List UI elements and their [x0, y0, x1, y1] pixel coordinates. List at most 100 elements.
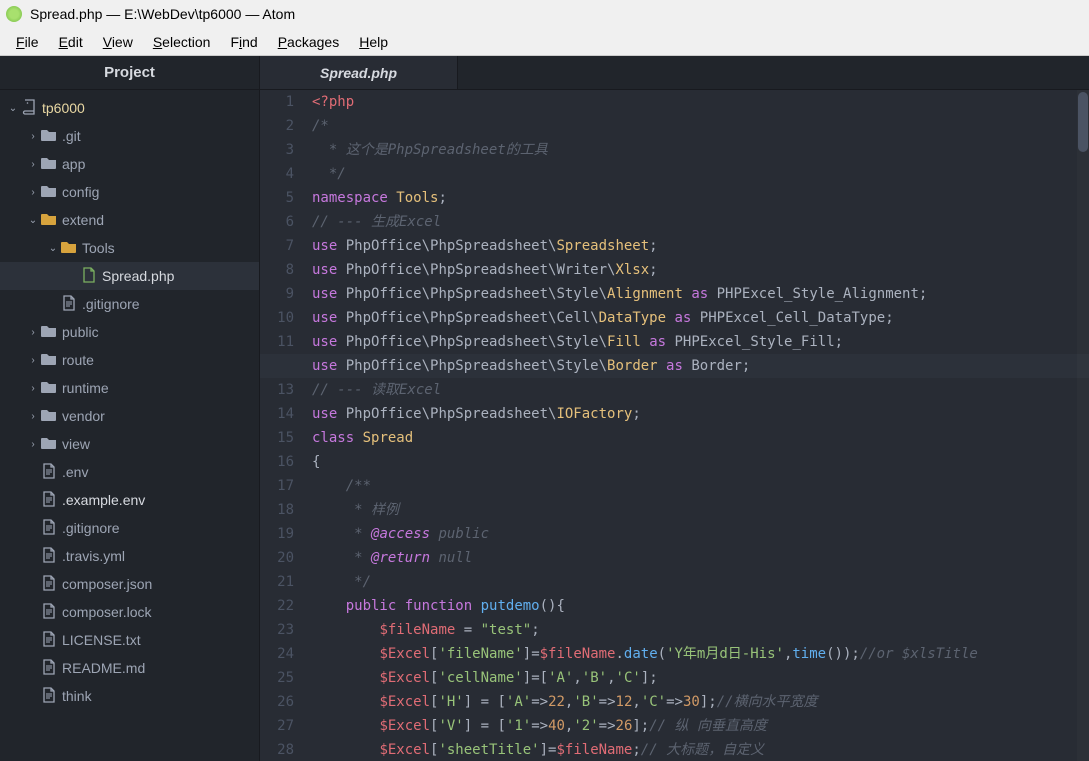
tree-item[interactable]: LICENSE.txt	[0, 626, 259, 654]
code-line[interactable]: class Spread	[312, 426, 1089, 450]
file-code-icon	[80, 267, 98, 286]
tree-item[interactable]: .gitignore	[0, 290, 259, 318]
code-line[interactable]: /*	[312, 114, 1089, 138]
code-line[interactable]: $Excel['fileName']=$fileName.date('Y年m月d…	[312, 642, 1089, 666]
line-number: 28	[260, 738, 294, 761]
file-icon	[40, 687, 58, 706]
tree-item-label: extend	[62, 212, 104, 228]
code-line[interactable]: * @return null	[312, 546, 1089, 570]
tree-item[interactable]: ›.git	[0, 122, 259, 150]
code-line[interactable]: // --- 生成Excel	[312, 210, 1089, 234]
code-line[interactable]: * @access public	[312, 522, 1089, 546]
repo-icon	[20, 99, 38, 118]
menu-file[interactable]: File	[6, 32, 49, 52]
tree-item[interactable]: › public	[0, 318, 259, 346]
chevron-right-icon: ›	[26, 411, 40, 422]
menu-find[interactable]: Find	[220, 32, 267, 52]
menu-help[interactable]: Help	[349, 32, 398, 52]
tree-item[interactable]: .gitignore	[0, 514, 259, 542]
tree-item[interactable]: › app	[0, 150, 259, 178]
tree-item[interactable]: README.md	[0, 654, 259, 682]
code-line[interactable]: use PhpOffice\PhpSpreadsheet\Style\Fill …	[312, 330, 1089, 354]
line-number: 1	[260, 90, 294, 114]
gutter: 1234567891011121314151617181920212223242…	[260, 90, 304, 761]
code-line[interactable]: {	[312, 450, 1089, 474]
tree-item-label: composer.lock	[62, 604, 151, 620]
code-line[interactable]: $Excel['V'] = ['1'=>40,'2'=>26];// 纵 向垂直…	[312, 714, 1089, 738]
tree-item-label: app	[62, 156, 85, 172]
window-title: Spread.php — E:\WebDev\tp6000 — Atom	[30, 6, 295, 22]
menu-packages[interactable]: Packages	[268, 32, 350, 52]
tree-item[interactable]: think	[0, 682, 259, 710]
project-tree[interactable]: ⌄tp6000›.git›app›config⌄extend⌄ToolsSpre…	[0, 90, 259, 761]
file-icon	[40, 463, 58, 482]
code-line[interactable]: * 样例	[312, 498, 1089, 522]
chevron-down-icon: ⌄	[26, 215, 40, 226]
tab-label: Spread.php	[320, 65, 397, 81]
code-line[interactable]: */	[312, 570, 1089, 594]
chevron-right-icon: ›	[26, 131, 40, 142]
chevron-right-icon: ›	[26, 327, 40, 338]
code-line[interactable]: public function putdemo(){	[312, 594, 1089, 618]
tree-item[interactable]: composer.json	[0, 570, 259, 598]
line-number: 5	[260, 186, 294, 210]
tree-item-label: vendor	[62, 408, 105, 424]
editor-pane: Spread.php 12345678910111213141516171819…	[260, 56, 1089, 761]
tree-item[interactable]: .example.env	[0, 486, 259, 514]
line-number: 17	[260, 474, 294, 498]
tree-item-label: .example.env	[62, 492, 145, 508]
code-line[interactable]: use PhpOffice\PhpSpreadsheet\IOFactory;	[312, 402, 1089, 426]
folder-icon	[40, 156, 58, 173]
code-line[interactable]: $Excel['sheetTitle']=$fileName;// 大标题，自定…	[312, 738, 1089, 761]
code-line[interactable]: $Excel['H'] = ['A'=>22,'B'=>12,'C'=>30];…	[312, 690, 1089, 714]
tree-item[interactable]: › route	[0, 346, 259, 374]
folder-icon	[40, 184, 58, 201]
menu-selection[interactable]: Selection	[143, 32, 221, 52]
tree-item[interactable]: ›config	[0, 178, 259, 206]
tree-item[interactable]: ⌄ extend	[0, 206, 259, 234]
tree-item-label: public	[62, 324, 99, 340]
line-number: 11	[260, 330, 294, 354]
menu-view[interactable]: View	[93, 32, 143, 52]
code-line[interactable]: */	[312, 162, 1089, 186]
code-line[interactable]: namespace Tools;	[312, 186, 1089, 210]
tree-item[interactable]: ›runtime	[0, 374, 259, 402]
tree-root[interactable]: ⌄tp6000	[0, 94, 259, 122]
tree-item[interactable]: › vendor	[0, 402, 259, 430]
code-line[interactable]: /**	[312, 474, 1089, 498]
line-number: 10	[260, 306, 294, 330]
code-line[interactable]: use PhpOffice\PhpSpreadsheet\Style\Borde…	[312, 354, 1089, 378]
line-number: 20	[260, 546, 294, 570]
line-number: 27	[260, 714, 294, 738]
folder-icon	[40, 352, 58, 369]
code-area[interactable]: 1234567891011121314151617181920212223242…	[260, 90, 1089, 761]
chevron-right-icon: ›	[26, 355, 40, 366]
folder-icon	[40, 380, 58, 397]
folder-open-icon	[60, 240, 78, 257]
code-content[interactable]: <?php/* * 这个是PhpSpreadsheet的工具 */namespa…	[304, 90, 1089, 761]
tab-spread-php[interactable]: Spread.php	[260, 56, 458, 89]
titlebar[interactable]: Spread.php — E:\WebDev\tp6000 — Atom	[0, 0, 1089, 28]
code-line[interactable]: use PhpOffice\PhpSpreadsheet\Writer\Xlsx…	[312, 258, 1089, 282]
code-line[interactable]: * 这个是PhpSpreadsheet的工具	[312, 138, 1089, 162]
tree-item[interactable]: .travis.yml	[0, 542, 259, 570]
tree-item[interactable]: ›view	[0, 430, 259, 458]
tree-item[interactable]: ⌄Tools	[0, 234, 259, 262]
code-line[interactable]: <?php	[312, 90, 1089, 114]
tree-item[interactable]: .env	[0, 458, 259, 486]
line-number: 4	[260, 162, 294, 186]
tree-item[interactable]: Spread.php	[0, 262, 259, 290]
chevron-down-icon: ⌄	[46, 243, 60, 254]
code-line[interactable]: use PhpOffice\PhpSpreadsheet\Cell\DataTy…	[312, 306, 1089, 330]
tree-item-label: route	[62, 352, 94, 368]
code-line[interactable]: $Excel['cellName']=['A','B','C'];	[312, 666, 1089, 690]
menu-edit[interactable]: Edit	[49, 32, 93, 52]
tree-item[interactable]: composer.lock	[0, 598, 259, 626]
chevron-right-icon: ›	[26, 159, 40, 170]
tree-item-label: .gitignore	[82, 296, 140, 312]
code-line[interactable]: use PhpOffice\PhpSpreadsheet\Spreadsheet…	[312, 234, 1089, 258]
folder-icon	[40, 436, 58, 453]
code-line[interactable]: use PhpOffice\PhpSpreadsheet\Style\Align…	[312, 282, 1089, 306]
code-line[interactable]: $fileName = "test";	[312, 618, 1089, 642]
code-line[interactable]: // --- 读取Excel	[312, 378, 1089, 402]
